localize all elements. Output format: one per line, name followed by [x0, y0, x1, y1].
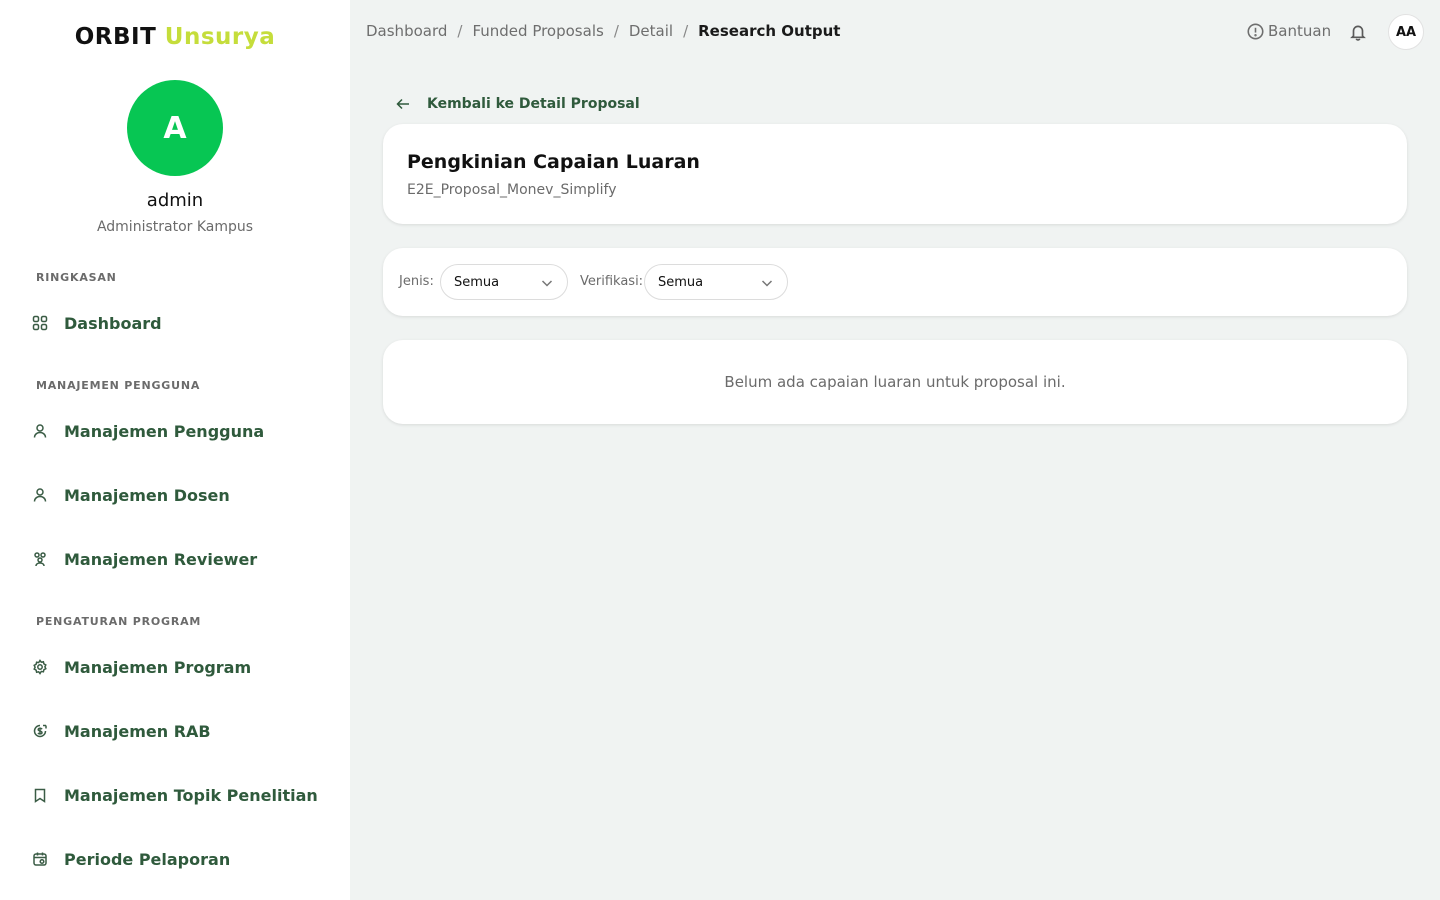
grid-icon [28, 311, 52, 335]
help-label: Bantuan [1268, 22, 1332, 40]
user-name: admin [146, 190, 204, 211]
type-filter-select[interactable]: Semua [440, 264, 568, 300]
section-label-manajemen-pengguna: MANAJEMEN PENGGUNA [36, 379, 201, 392]
sidebar-item-manajemen-topik-penelitian[interactable]: Manajemen Topik Penelitian [28, 775, 328, 815]
verification-filter-select[interactable]: Semua [644, 264, 788, 300]
empty-state-message: Belum ada capaian luaran untuk proposal … [724, 373, 1066, 391]
header-card: Pengkinian Capaian Luaran E2E_Proposal_M… [383, 124, 1407, 224]
notification-button[interactable] [1347, 21, 1369, 43]
brand-name-part2: Unsurya [164, 24, 276, 50]
section-label-ringkasan: RINGKASAN [36, 271, 117, 284]
breadcrumb-dashboard[interactable]: Dashboard [366, 22, 447, 40]
type-filter-value: Semua [454, 274, 500, 290]
info-icon [1247, 22, 1264, 40]
money-icon [28, 719, 52, 743]
sidebar-item-dashboard[interactable]: Dashboard [28, 303, 328, 343]
sidebar-item-label: Dashboard [64, 313, 162, 333]
calendar-icon [28, 847, 52, 871]
breadcrumb-separator: / [457, 22, 463, 40]
sidebar: ORBIT Unsurya A admin Administrator Kamp… [0, 0, 350, 900]
sidebar-item-label: Manajemen RAB [64, 721, 211, 741]
filter-card: Jenis: Semua Verifikasi: Semua [383, 248, 1407, 316]
sidebar-item-manajemen-dosen[interactable]: Manajemen Dosen [28, 475, 328, 515]
brand-name-part1: ORBIT [74, 24, 157, 50]
breadcrumb: Dashboard / Funded Proposals / Detail / … [366, 22, 840, 40]
user-avatar: A [127, 80, 223, 176]
sidebar-item-manajemen-pengguna[interactable]: Manajemen Pengguna [28, 411, 328, 451]
proposal-name: E2E_Proposal_Monev_Simplify [407, 182, 617, 198]
breadcrumb-funded-proposals[interactable]: Funded Proposals [472, 22, 603, 40]
sidebar-item-label: Manajemen Dosen [64, 485, 230, 505]
sidebar-item-label: Manajemen Program [64, 657, 252, 677]
back-link-label: Kembali ke Detail Proposal [427, 96, 640, 112]
back-to-proposal-link[interactable]: Kembali ke Detail Proposal [395, 96, 640, 112]
user-role: Administrator Kampus [96, 219, 254, 235]
user-icon [28, 419, 52, 443]
sidebar-item-manajemen-program[interactable]: Manajemen Program [28, 647, 328, 687]
results-card: Belum ada capaian luaran untuk proposal … [383, 340, 1407, 424]
sidebar-item-manajemen-reviewer[interactable]: Manajemen Reviewer [28, 539, 328, 579]
sidebar-item-label: Manajemen Topik Penelitian [64, 785, 318, 805]
breadcrumb-separator: / [683, 22, 689, 40]
sidebar-item-label: Manajemen Pengguna [64, 421, 265, 441]
chevron-down-icon [541, 280, 553, 287]
sidebar-item-label: Manajemen Reviewer [64, 549, 258, 569]
page-title: Pengkinian Capaian Luaran [407, 151, 700, 173]
bell-icon [1350, 25, 1366, 41]
sidebar-item-periode-pelaporan[interactable]: Periode Pelaporan [28, 839, 328, 879]
type-filter-label: Jenis: [399, 274, 434, 289]
help-button[interactable]: Bantuan [1247, 22, 1331, 40]
verification-filter-label: Verifikasi: [580, 274, 644, 289]
user-menu-avatar[interactable]: AA [1388, 14, 1424, 50]
breadcrumb-detail[interactable]: Detail [629, 22, 673, 40]
arrow-left-icon [396, 98, 409, 110]
breadcrumb-current: Research Output [698, 22, 841, 40]
section-label-pengaturan-program: PENGATURAN PROGRAM [36, 615, 202, 628]
verification-filter-value: Semua [658, 274, 704, 290]
chevron-down-icon [761, 280, 773, 287]
gear-icon [28, 655, 52, 679]
sidebar-item-manajemen-rab[interactable]: Manajemen RAB [28, 711, 328, 751]
bookmark-icon [28, 783, 52, 807]
users-group-icon [28, 547, 52, 571]
breadcrumb-separator: / [613, 22, 619, 40]
sidebar-item-label: Periode Pelaporan [64, 849, 231, 869]
user-icon [28, 483, 52, 507]
brand-logo[interactable]: ORBIT Unsurya [0, 24, 350, 50]
